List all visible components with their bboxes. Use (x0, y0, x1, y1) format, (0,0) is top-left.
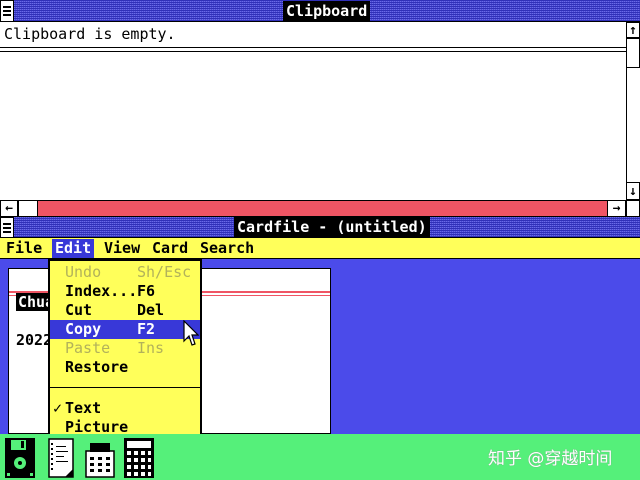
check-mark-icon: ✓ (53, 399, 63, 417)
menu-item-index[interactable]: Index... F6 (50, 282, 200, 301)
menu-separator (48, 387, 202, 388)
menu-edit[interactable]: Edit (52, 239, 95, 258)
edit-dropdown-menu: Undo Sh/Esc Index... F6 Cut Del Copy F2 … (48, 259, 202, 437)
menu-item-undo[interactable]: Undo Sh/Esc (50, 263, 200, 282)
calculator-icon[interactable] (123, 437, 155, 479)
menu-item-label: Paste (65, 339, 111, 357)
notepad-icon[interactable] (47, 437, 79, 479)
clipboard-content-text: Clipboard is empty. (4, 25, 176, 43)
clipboard-system-menu-icon[interactable] (0, 0, 14, 22)
clipboard-divider (0, 51, 626, 52)
cardfile-window-title: Cardfile - (untitled) (234, 217, 430, 237)
clipboard-title-bar[interactable]: Clipboard (0, 0, 640, 22)
scrollbar-corner (626, 200, 640, 217)
menu-item-text[interactable]: ✓ Text (50, 399, 200, 418)
menu-item-shortcut: Del (137, 301, 165, 319)
menu-card[interactable]: Card (149, 239, 191, 258)
menu-item-paste[interactable]: Paste Ins (50, 339, 200, 358)
menu-item-copy[interactable]: Copy F2 (50, 320, 200, 339)
scroll-down-arrow-icon[interactable]: ↓ (626, 182, 640, 200)
menu-item-shortcut: F2 (137, 320, 156, 338)
mouse-pointer-icon (183, 320, 199, 346)
menu-item-label: Copy (65, 320, 102, 338)
scroll-right-arrow-icon[interactable]: → (607, 200, 626, 217)
menu-item-label: Text (65, 399, 102, 417)
menu-item-label: Restore (65, 358, 129, 376)
menu-file[interactable]: File (3, 239, 45, 258)
menu-item-shortcut: F6 (137, 282, 156, 300)
menu-item-label: Index... (65, 282, 138, 300)
menu-item-restore[interactable]: Restore (50, 358, 200, 377)
vertical-scroll-thumb[interactable] (626, 38, 640, 68)
menu-view[interactable]: View (101, 239, 143, 258)
cardfile-menu-bar: File Edit View Card Search (0, 238, 640, 259)
clipboard-divider (0, 47, 626, 48)
horizontal-scroll-thumb[interactable] (18, 201, 38, 216)
watermark-text: 知乎 @穿越时间 (488, 449, 613, 469)
scroll-up-arrow-icon[interactable]: ↑ (626, 22, 640, 38)
clipboard-horizontal-scrollbar[interactable] (0, 200, 626, 217)
menu-item-cut[interactable]: Cut Del (50, 301, 200, 320)
cardfile-system-menu-icon[interactable] (0, 217, 14, 238)
menu-item-label: Undo (65, 263, 102, 281)
menu-search[interactable]: Search (197, 239, 257, 258)
scroll-left-arrow-icon[interactable]: ← (0, 200, 18, 217)
cardfile-title-bar[interactable]: Cardfile - (untitled) (0, 217, 640, 238)
card-body-text[interactable]: 2022 (16, 331, 52, 349)
menu-item-shortcut: Sh/Esc (137, 263, 192, 281)
menu-item-label: Cut (65, 301, 93, 319)
clipboard-window-title: Clipboard (283, 1, 371, 21)
telephone-icon[interactable] (84, 437, 116, 479)
floppy-disk-icon[interactable] (4, 437, 36, 479)
menu-item-shortcut: Ins (137, 339, 165, 357)
